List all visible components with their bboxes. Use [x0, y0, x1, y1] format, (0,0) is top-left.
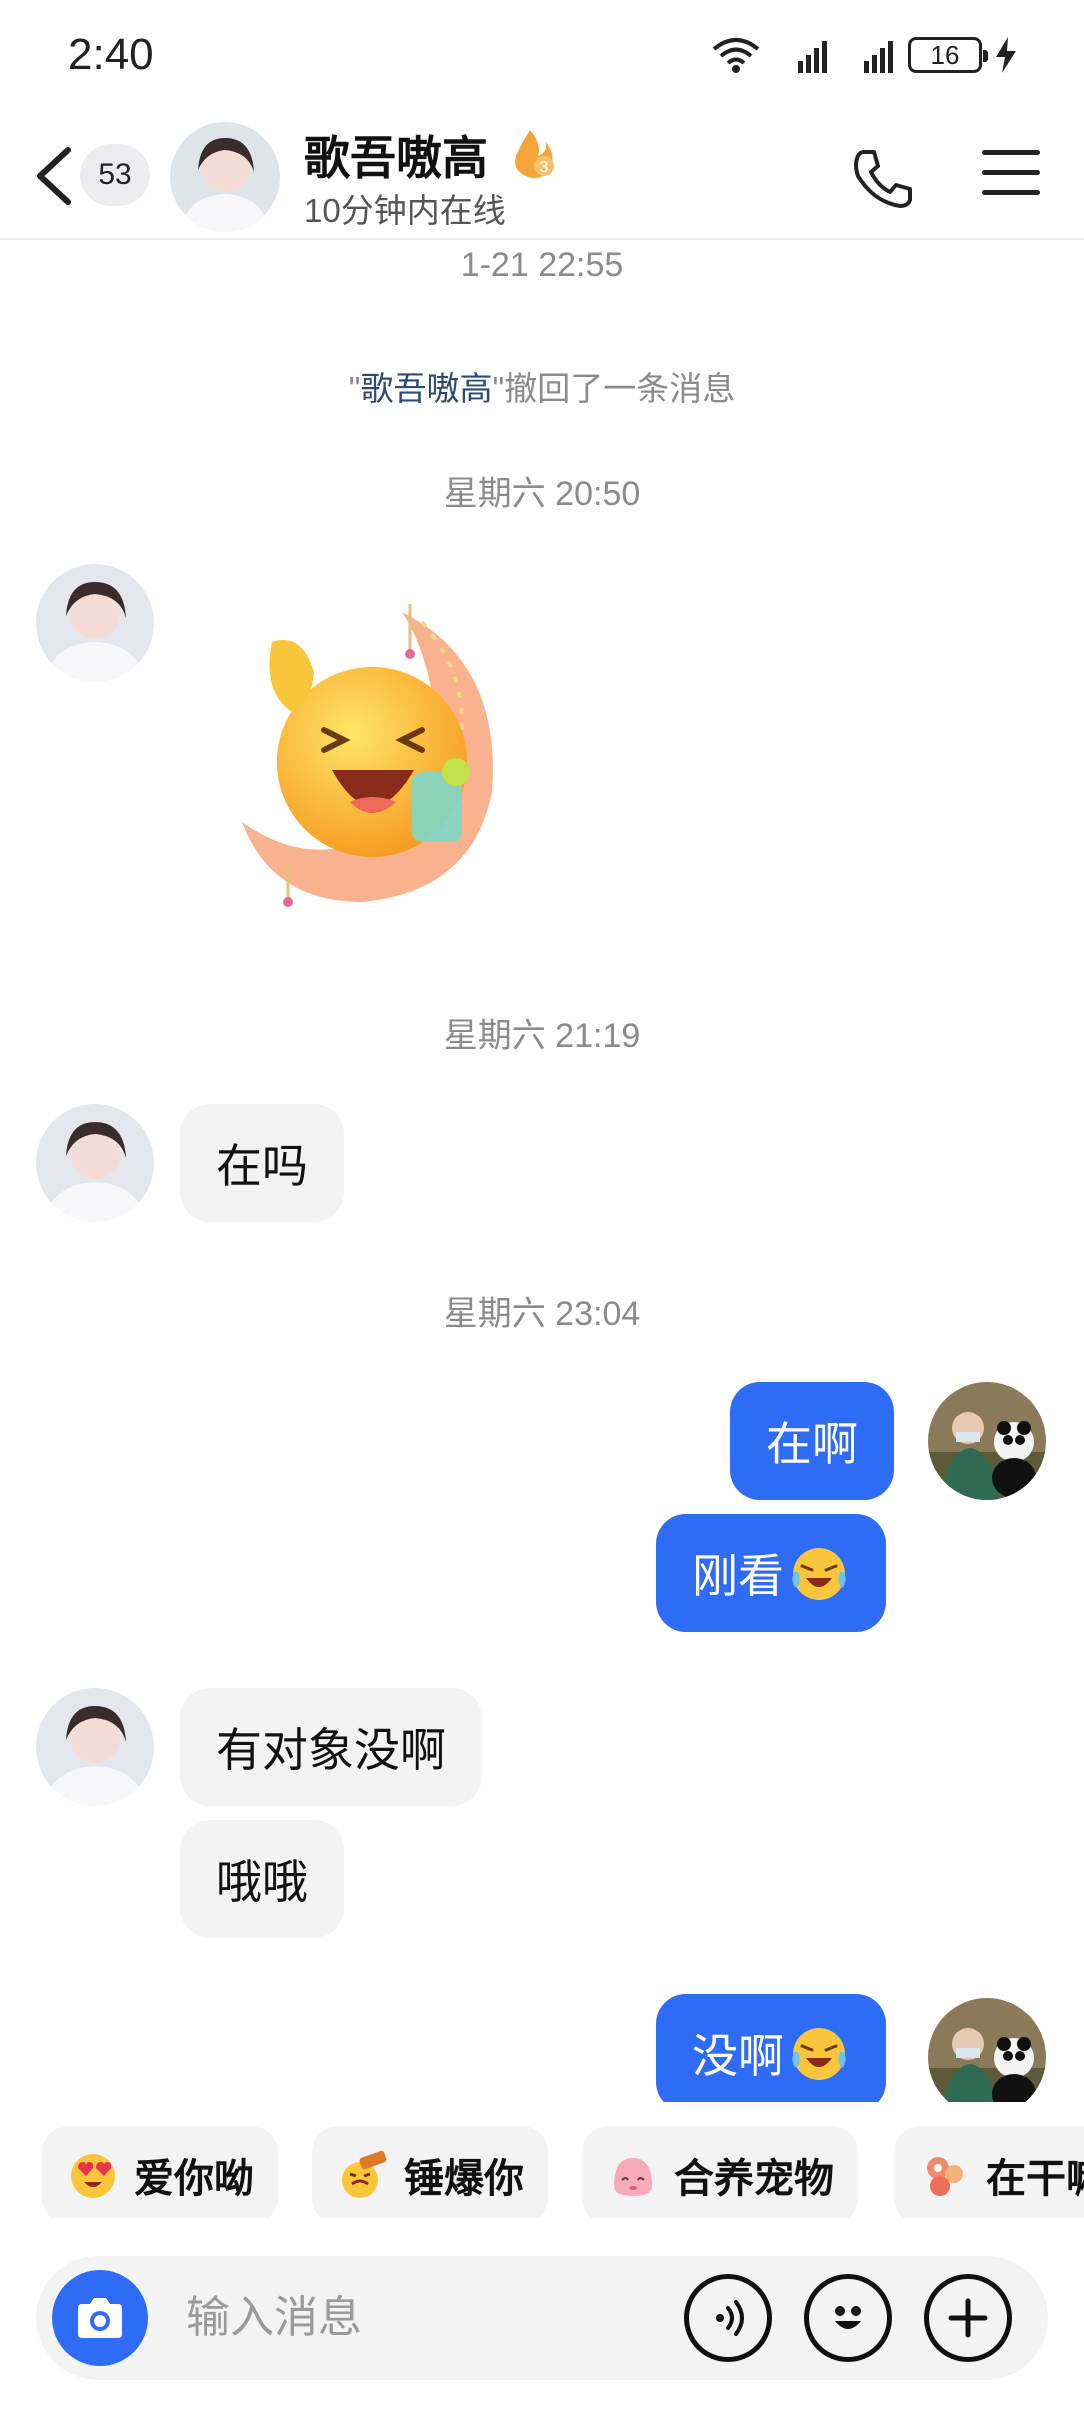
signal-4g-icon-2 [864, 41, 893, 73]
my-avatar[interactable] [928, 1998, 1046, 2102]
fire-level: 3 [540, 159, 549, 176]
signal-4g-icon [798, 41, 827, 73]
battery-icon: 16 [908, 37, 988, 73]
timestamp: 1-21 22:55 [460, 246, 624, 284]
online-status: 10分钟内在线 [304, 192, 506, 229]
chat-area[interactable]: 1-21 22:55 "歌吾嗷高"撤回了一条消息 星期六 20:50 星期六 2… [0, 242, 1084, 2102]
timestamp: 星期六 23:04 [443, 1295, 641, 1333]
crying-laughing-icon [792, 1548, 846, 1600]
message-bubble-outgoing[interactable]: 刚看 [656, 1514, 886, 1632]
menu-line [982, 190, 1040, 195]
message-bubble-incoming[interactable]: 有对象没啊 [180, 1688, 482, 1806]
recall-suffix: "撤回了一条消息 [492, 370, 736, 407]
plus-button[interactable] [924, 2274, 1012, 2362]
chip-label: 在干嘛 [986, 2157, 1084, 2201]
message-input[interactable] [186, 2278, 686, 2358]
voice-button[interactable] [684, 2274, 772, 2362]
flower-icon [927, 2157, 963, 2196]
contact-avatar[interactable] [36, 1688, 154, 1806]
smiley-icon [835, 2306, 861, 2329]
message-text: 在啊 [766, 1418, 858, 1470]
camera-icon [78, 2298, 122, 2338]
chip-what-doing[interactable]: 在干嘛 [894, 2126, 1084, 2218]
fire-icon: 3 [515, 130, 554, 179]
crying-laughing-icon [792, 2028, 846, 2080]
status-icons: 16 [710, 30, 1016, 80]
menu-icon[interactable] [982, 150, 1040, 200]
message-bubble-incoming[interactable]: 哦哦 [180, 1820, 344, 1938]
chip-love-you[interactable]: 爱你呦 [42, 2126, 278, 2218]
status-bar: 2:40 16 [0, 0, 1084, 110]
waving-moon-sticker[interactable] [232, 602, 532, 922]
plus-icon [948, 2298, 988, 2338]
hammer-face-icon [342, 2150, 387, 2198]
chat-header: 53 歌吾嗷高 3 10分钟内在线 [0, 110, 1084, 240]
message-text: 在吗 [216, 1140, 308, 1192]
recall-prefix: " [348, 370, 361, 407]
message-text: 刚看 [692, 1550, 784, 1602]
camera-button[interactable] [52, 2270, 148, 2366]
chip-label: 爱你呦 [134, 2157, 254, 2201]
contact-name: 歌吾嗷高 [304, 132, 488, 184]
message-bubble-incoming[interactable]: 在吗 [180, 1104, 344, 1222]
menu-line [982, 170, 1040, 175]
chip-label: 合养宠物 [674, 2157, 834, 2201]
menu-line [982, 150, 1040, 155]
message-text: 有对象没啊 [216, 1724, 446, 1776]
timestamp: 星期六 21:19 [443, 1017, 641, 1055]
quick-reply-chips: 爱你呦 锤爆你 合养宠物 在干嘛 [0, 2108, 1084, 2218]
message-bubble-outgoing[interactable]: 在啊 [730, 1382, 894, 1500]
contact-avatar[interactable] [36, 1104, 154, 1222]
contact-avatar[interactable] [170, 122, 280, 232]
my-avatar[interactable] [928, 1382, 1046, 1500]
back-icon[interactable] [30, 146, 76, 206]
charging-icon [996, 37, 1016, 73]
heart-eyes-icon [71, 2154, 115, 2198]
voice-icon [716, 2300, 744, 2336]
pet-egg-icon [614, 2158, 652, 2196]
chip-raise-pet[interactable]: 合养宠物 [582, 2126, 858, 2218]
recall-name[interactable]: 歌吾嗷高 [361, 370, 493, 407]
message-text: 没啊 [692, 2030, 784, 2082]
status-time: 2:40 [68, 30, 154, 79]
message-input-bar [36, 2256, 1048, 2380]
chip-label: 锤爆你 [404, 2157, 524, 2201]
message-bubble-outgoing[interactable]: 没啊 [656, 1994, 886, 2102]
emoji-button[interactable] [804, 2274, 892, 2362]
wifi-icon [712, 38, 760, 73]
contact-avatar[interactable] [36, 564, 154, 682]
timestamp: 星期六 20:50 [443, 475, 641, 513]
message-text: 哦哦 [216, 1856, 308, 1908]
recall-notice: "歌吾嗷高"撤回了一条消息 [0, 362, 1084, 410]
chip-hammer-you[interactable]: 锤爆你 [312, 2126, 548, 2218]
phone-icon[interactable] [850, 146, 914, 210]
unread-count-badge[interactable]: 53 [80, 144, 150, 206]
